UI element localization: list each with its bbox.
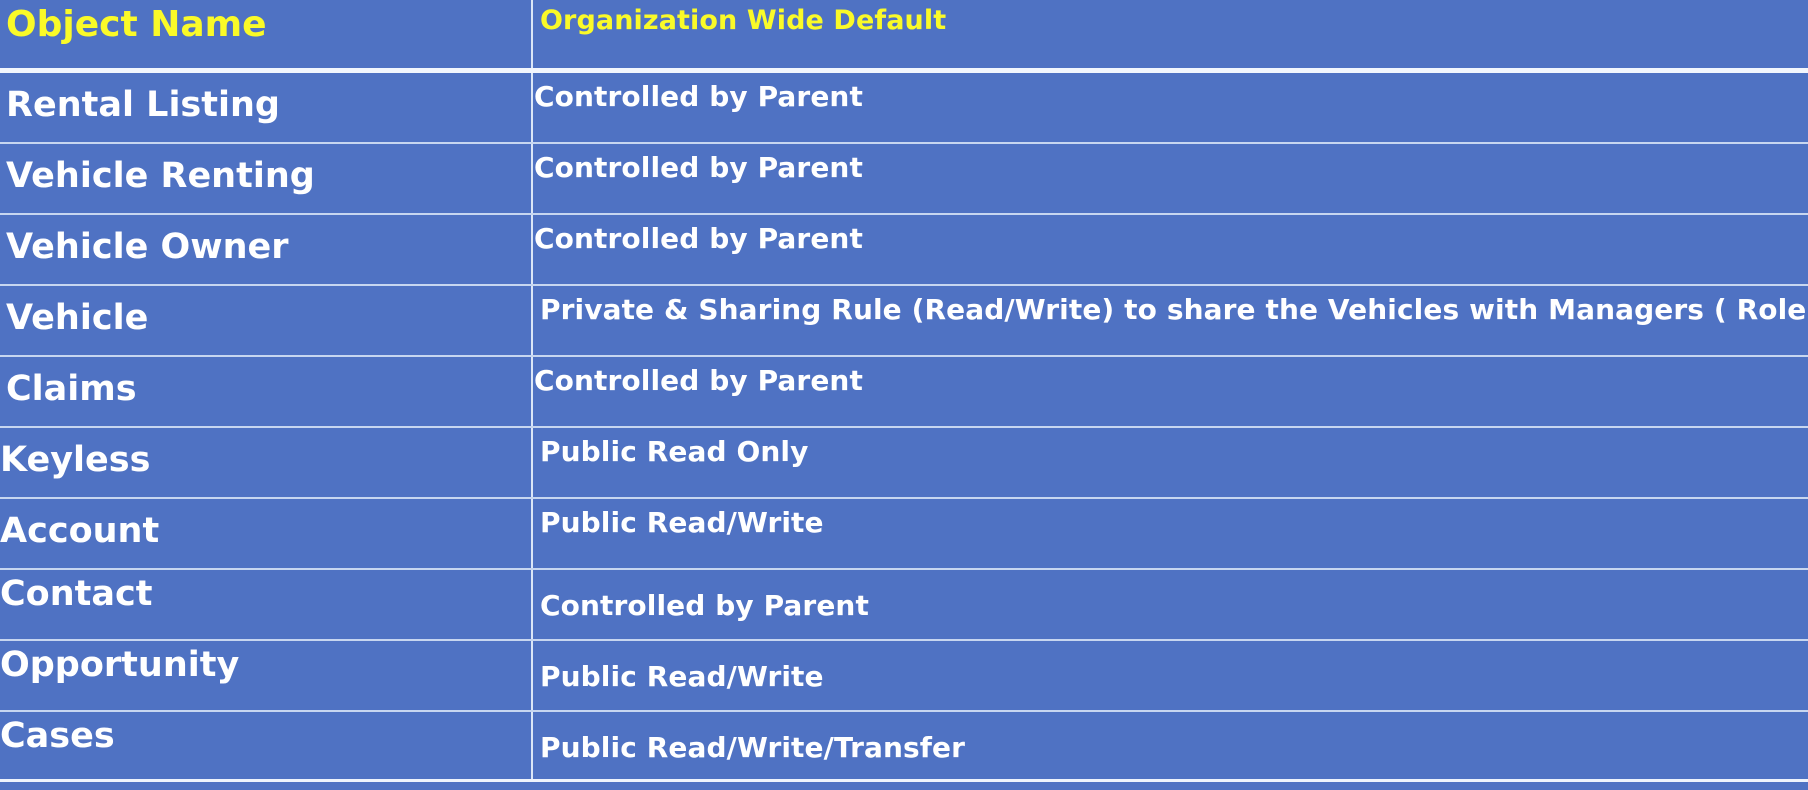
default-cell: Public Read Only: [532, 427, 1808, 499]
object-name-cell: Vehicle Renting: [0, 143, 533, 215]
default-cell: Public Read/Write/Transfer: [532, 711, 1808, 783]
default-cell: Controlled by Parent: [532, 214, 1808, 286]
table-row: Opportunity Public Read/Write: [0, 640, 1808, 712]
table-row: Claims Controlled by Parent: [0, 356, 1808, 428]
table-row: Vehicle Private & Sharing Rule (Read/Wri…: [0, 285, 1808, 357]
object-name-cell: Cases: [0, 711, 533, 783]
default-cell: Private & Sharing Rule (Read/Write) to s…: [532, 285, 1808, 357]
default-cell: Controlled by Parent: [532, 356, 1808, 428]
object-name-cell: Opportunity: [0, 640, 533, 712]
default-cell: Controlled by Parent: [532, 143, 1808, 215]
header-object-name: Object Name: [0, 0, 533, 73]
table-bottom-strip: [0, 782, 1808, 790]
table-row: Contact Controlled by Parent: [0, 569, 1808, 641]
object-name-cell: Contact: [0, 569, 533, 641]
header-org-wide-default: Organization Wide Default: [532, 0, 1808, 73]
object-name-cell: Claims: [0, 356, 533, 428]
slide-page: Object Name Organization Wide Default Re…: [0, 0, 1808, 790]
table-row: Account Public Read/Write: [0, 498, 1808, 570]
default-cell: Controlled by Parent: [532, 70, 1808, 144]
default-cell: Controlled by Parent: [532, 569, 1808, 641]
object-name-cell: Account: [0, 498, 533, 570]
table-row: Vehicle Renting Controlled by Parent: [0, 143, 1808, 215]
table-row: Rental Listing Controlled by Parent: [0, 70, 1808, 144]
default-cell: Public Read/Write: [532, 640, 1808, 712]
default-cell: Public Read/Write: [532, 498, 1808, 570]
table-row: Cases Public Read/Write/Transfer: [0, 711, 1808, 783]
table-row: Keyless Public Read Only: [0, 427, 1808, 499]
object-name-cell: Vehicle Owner: [0, 214, 533, 286]
object-name-cell: Keyless: [0, 427, 533, 499]
table-row: Vehicle Owner Controlled by Parent: [0, 214, 1808, 286]
table-header-row: Object Name Organization Wide Default: [0, 0, 1808, 73]
object-name-cell: Vehicle: [0, 285, 533, 357]
sharing-settings-table: Object Name Organization Wide Default Re…: [0, 0, 1808, 783]
object-name-cell: Rental Listing: [0, 70, 533, 144]
